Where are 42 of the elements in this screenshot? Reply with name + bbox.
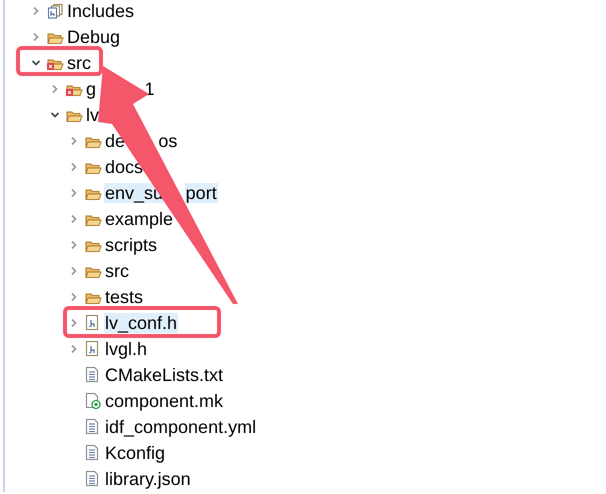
document-icon (85, 367, 99, 383)
tree-item-label[interactable]: idf_component.yml (104, 417, 258, 437)
includes-icon (47, 4, 64, 18)
tree-item-label[interactable]: de (104, 131, 126, 151)
tree-item-label[interactable]: lv (85, 105, 100, 125)
expand-caret-icon[interactable] (31, 6, 41, 16)
expand-caret-icon[interactable] (69, 240, 79, 250)
expand-caret-icon[interactable] (50, 84, 60, 94)
expand-caret-icon[interactable] (69, 214, 79, 224)
expand-caret-icon[interactable] (69, 318, 79, 328)
tree-item-label[interactable]: library.json (104, 469, 192, 489)
collapse-caret-icon[interactable] (50, 110, 60, 120)
tree-item-label[interactable]: lv_conf.h (104, 313, 178, 333)
document-gear-icon (85, 393, 101, 409)
expand-caret-icon[interactable] (69, 292, 79, 302)
header-file-icon (85, 341, 99, 357)
expand-caret-icon[interactable] (69, 136, 79, 146)
tree-item-label[interactable]: docs (104, 157, 144, 177)
tree-item-label[interactable]: lvgl.h (104, 339, 148, 359)
tree-item-label[interactable]: tests (104, 287, 144, 307)
tree-item-label[interactable]: g (85, 79, 98, 99)
expand-caret-icon[interactable] (69, 162, 79, 172)
tree-item-label[interactable]: port (184, 183, 218, 203)
tree-item-label[interactable]: component.mk (104, 391, 224, 411)
tree-item-label[interactable]: os (157, 131, 178, 151)
tree-item-label[interactable]: Includes (66, 1, 136, 21)
document-icon (85, 471, 99, 487)
tree-item-label[interactable]: src (104, 261, 130, 281)
tree-item-label[interactable]: example (104, 209, 174, 229)
tree-item-label[interactable]: src (66, 53, 92, 73)
tree-item-label[interactable]: scripts (104, 235, 158, 255)
tree-item-label[interactable]: Debug (66, 27, 122, 47)
header-file-icon (85, 315, 99, 331)
expand-caret-icon[interactable] (69, 266, 79, 276)
expand-caret-icon[interactable] (69, 188, 79, 198)
tree-item-label[interactable]: CMakeLists.txt (104, 365, 224, 385)
document-icon (85, 445, 99, 461)
expand-caret-icon[interactable] (31, 32, 41, 42)
tree-item-label[interactable]: Kconfig (104, 443, 166, 463)
expand-caret-icon[interactable] (69, 344, 79, 354)
collapse-caret-icon[interactable] (31, 58, 41, 68)
document-icon (85, 419, 99, 435)
